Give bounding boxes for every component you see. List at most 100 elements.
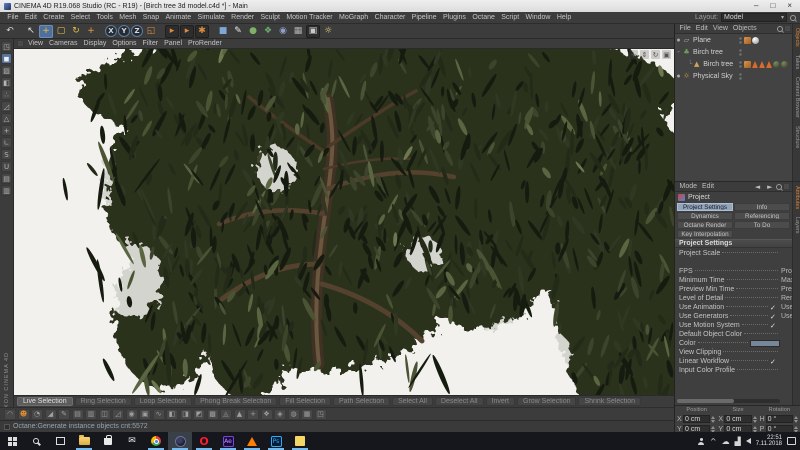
zoom-view-icon[interactable]: ⇕: [640, 50, 649, 59]
tool-icon[interactable]: ◢: [45, 409, 57, 420]
quantize-icon[interactable]: S: [1, 149, 12, 160]
last-tool-icon[interactable]: +: [84, 25, 98, 38]
viewport-panel-icon[interactable]: [17, 40, 24, 47]
task-view-button[interactable]: [48, 432, 72, 450]
action-center-icon[interactable]: [787, 437, 796, 445]
camera-icon[interactable]: ▣: [306, 25, 320, 38]
menu-item[interactable]: Create: [40, 14, 67, 21]
axis-mode-icon[interactable]: +: [1, 125, 12, 136]
scale-tool-icon[interactable]: ▢: [54, 25, 68, 38]
selection-command-button[interactable]: Path Selection: [333, 397, 390, 406]
orange-tag[interactable]: [744, 37, 751, 44]
panel-side-tab[interactable]: Objects: [794, 28, 800, 47]
after-effects-icon[interactable]: Ae: [216, 432, 240, 450]
viewport-menu-item[interactable]: Display: [80, 40, 109, 47]
menu-item[interactable]: Tools: [93, 14, 116, 21]
spinner-icon[interactable]: [711, 416, 716, 423]
attribute-tab[interactable]: Info: [734, 203, 790, 211]
snap-icon[interactable]: ∟: [1, 137, 12, 148]
opera-icon[interactable]: O: [192, 432, 216, 450]
render-view-icon[interactable]: ▸: [165, 25, 179, 38]
viewport-menu-item[interactable]: ProRender: [185, 40, 225, 47]
tool-icon[interactable]: ▩: [207, 409, 219, 420]
layer-grid2-icon[interactable]: ▥: [1, 185, 12, 196]
points-mode-icon[interactable]: ∴: [1, 89, 12, 100]
selection-command-button[interactable]: Phong Break Selection: [194, 397, 277, 406]
tex-tag[interactable]: [781, 61, 788, 68]
menu-item[interactable]: Animate: [162, 14, 194, 21]
magnet-icon[interactable]: U: [1, 161, 12, 172]
object-name[interactable]: Birch tree: [703, 61, 733, 68]
z-axis-lock-icon[interactable]: Z: [131, 25, 143, 37]
visibility-dots[interactable]: [739, 61, 742, 68]
layer-grid-icon[interactable]: ▤: [1, 173, 12, 184]
attribute-checkbox[interactable]: ✓: [770, 358, 780, 366]
mograph-icon[interactable]: ❖: [261, 25, 275, 38]
search-button[interactable]: [24, 432, 48, 450]
tool-icon[interactable]: ◈: [274, 409, 286, 420]
tray-expand-icon[interactable]: ^: [710, 437, 717, 446]
volume-tray-icon[interactable]: [746, 438, 751, 444]
sphere-white-tag[interactable]: [752, 37, 759, 44]
vlc-icon[interactable]: [240, 432, 264, 450]
network-tray-icon[interactable]: ▟: [735, 437, 741, 446]
menu-item[interactable]: Pipeline: [408, 14, 439, 21]
menu-item[interactable]: Edit: [22, 14, 40, 21]
object-manager-menu-item[interactable]: Edit: [693, 25, 710, 32]
store-icon[interactable]: [96, 432, 120, 450]
visibility-dots[interactable]: [739, 73, 742, 80]
render-region-icon[interactable]: ▸: [180, 25, 194, 38]
object-name[interactable]: Birch tree: [693, 49, 723, 56]
x-axis-lock-icon[interactable]: X: [105, 25, 117, 37]
selection-command-button[interactable]: Deselect All: [435, 397, 484, 406]
tool-icon[interactable]: +: [247, 409, 259, 420]
attribute-tab[interactable]: Project Settings: [677, 203, 733, 211]
menu-item[interactable]: Mesh: [116, 14, 140, 21]
file-explorer-icon[interactable]: [72, 432, 96, 450]
tool-icon[interactable]: ▲: [234, 409, 246, 420]
tool-icon[interactable]: ◳: [315, 409, 327, 420]
object-filter-icon[interactable]: [784, 25, 791, 32]
tool-icon[interactable]: ▥: [85, 409, 97, 420]
attribute-menu-item[interactable]: Mode: [677, 183, 700, 190]
toolbar-separator[interactable]: [159, 25, 164, 38]
photoshop-icon[interactable]: Ps: [264, 432, 288, 450]
menu-item[interactable]: Plugins: [440, 14, 469, 21]
viewport-menu-item[interactable]: Options: [109, 40, 139, 47]
tri-tag[interactable]: [766, 61, 772, 68]
menu-item[interactable]: Help: [554, 14, 575, 21]
tool-icon[interactable]: ▣: [139, 409, 151, 420]
attribute-tab[interactable]: Key Interpolation: [677, 230, 733, 238]
menu-item[interactable]: MoGraph: [336, 14, 372, 21]
array-icon[interactable]: ▦: [291, 25, 305, 38]
attribute-tab[interactable]: Referencing: [734, 212, 790, 220]
object-name[interactable]: Plane: [693, 37, 711, 44]
toolbar-separator[interactable]: [18, 25, 23, 38]
panel-side-tab[interactable]: Attributes: [794, 186, 800, 209]
start-button[interactable]: [0, 432, 24, 450]
attribute-lock-icon[interactable]: [783, 183, 790, 190]
tool-icon[interactable]: ∿: [153, 409, 165, 420]
attribute-tab[interactable]: Octane Render: [677, 221, 733, 229]
menu-item[interactable]: Octane: [469, 14, 498, 21]
object-row[interactable]: └ ▲ Birch tree: [675, 58, 792, 70]
panel-side-tab[interactable]: Takes: [794, 55, 800, 69]
tool-icon[interactable]: ◩: [193, 409, 205, 420]
tool-icon[interactable]: ◫: [99, 409, 111, 420]
menu-item[interactable]: Motion Tracker: [283, 14, 336, 21]
tool-icon[interactable]: ▦: [301, 409, 313, 420]
chrome-icon[interactable]: [144, 432, 168, 450]
forward-icon[interactable]: ►: [765, 183, 775, 191]
menu-item[interactable]: Select: [67, 14, 93, 21]
coordinate-field[interactable]: 0 °: [766, 415, 793, 423]
maximize-button[interactable]: □: [770, 2, 775, 10]
expander-icon[interactable]: ●: [675, 37, 682, 44]
knife-tool-icon[interactable]: ✎: [58, 409, 70, 420]
layout-dropdown[interactable]: Model▾: [721, 13, 787, 22]
cinema4d-taskbar-icon[interactable]: [168, 432, 192, 450]
pan-view-icon[interactable]: +: [629, 50, 638, 59]
toolbar-separator[interactable]: [99, 25, 104, 38]
viewport-canvas[interactable]: +⇕↻▣: [14, 49, 674, 395]
coordinate-field[interactable]: 0 cm: [724, 415, 751, 423]
sticky-notes-icon[interactable]: [288, 432, 312, 450]
